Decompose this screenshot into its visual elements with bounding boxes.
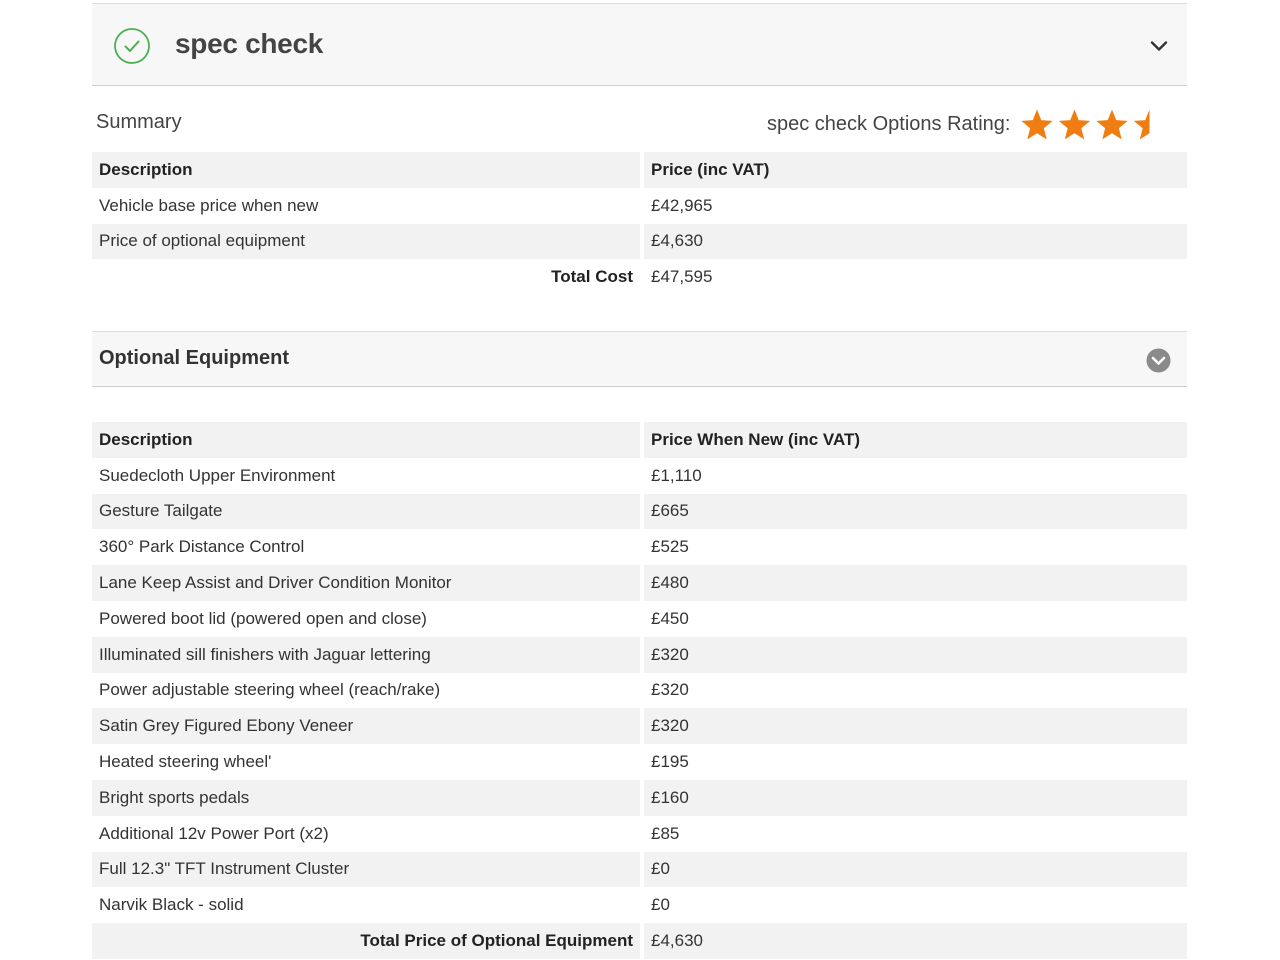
row-description: Power adjustable steering wheel (reach/r… xyxy=(99,680,441,700)
table-row: Powered boot lid (powered open and close… xyxy=(92,601,1187,637)
row-description: Illuminated sill finishers with Jaguar l… xyxy=(92,636,640,673)
rating-stars xyxy=(1021,109,1150,140)
table-row: Lane Keep Assist and Driver Condition Mo… xyxy=(92,565,1187,601)
row-description: Vehicle base price when new xyxy=(99,195,319,215)
total-label: Total Cost xyxy=(551,267,633,287)
row-description: 360° Park Distance Control xyxy=(99,537,305,557)
spec-check-header[interactable]: spec check xyxy=(92,3,1187,86)
table-row: Illuminated sill finishers with Jaguar l… xyxy=(92,636,1187,673)
total-row: Total Price of Optional Equipment £4,630 xyxy=(92,923,1187,959)
table-row: Narvik Black - solid £0 xyxy=(92,887,1187,923)
row-price: £320 xyxy=(644,636,1187,673)
row-price: £195 xyxy=(651,752,689,772)
optional-equipment-table: Description Price When New (inc VAT) Sue… xyxy=(88,422,1191,959)
column-header-price: Price (inc VAT) xyxy=(644,152,1187,188)
table-row: 360° Park Distance Control £525 xyxy=(92,529,1187,565)
row-price: £160 xyxy=(644,779,1187,816)
check-circle-icon xyxy=(114,28,150,64)
row-description: Full 12.3" TFT Instrument Cluster xyxy=(92,851,640,888)
row-price: £0 xyxy=(644,851,1187,888)
row-description: Lane Keep Assist and Driver Condition Mo… xyxy=(92,565,640,601)
row-price: £0 xyxy=(651,895,670,915)
chevron-down-circle-icon[interactable] xyxy=(1146,348,1171,373)
star-icon xyxy=(1058,109,1091,140)
row-price: £525 xyxy=(651,537,689,557)
table-row: Price of optional equipment £4,630 xyxy=(92,223,1187,260)
optional-equipment-header[interactable]: Optional Equipment xyxy=(92,331,1187,387)
column-header-description: Description xyxy=(92,152,640,188)
table-row: Bright sports pedals £160 xyxy=(92,779,1187,816)
table-row: Full 12.3" TFT Instrument Cluster £0 xyxy=(92,851,1187,888)
chevron-down-icon[interactable] xyxy=(1149,36,1169,56)
table-row: Additional 12v Power Port (x2) £85 xyxy=(92,816,1187,852)
row-price: £85 xyxy=(651,823,680,843)
table-header-row: Description Price (inc VAT) xyxy=(92,152,1187,188)
table-row: Vehicle base price when new £42,965 xyxy=(92,188,1187,224)
total-row: Total Cost £47,595 xyxy=(92,259,1187,295)
row-description: Price of optional equipment xyxy=(92,223,640,260)
rating-label: spec check Options Rating: xyxy=(767,113,1011,135)
row-description: Heated steering wheel' xyxy=(99,752,272,772)
row-price: £42,965 xyxy=(651,195,713,215)
summary-heading: Summary xyxy=(96,111,182,133)
total-value: £47,595 xyxy=(651,267,713,287)
row-description: Bright sports pedals xyxy=(92,779,640,816)
row-description: Satin Grey Figured Ebony Veneer xyxy=(92,708,640,745)
row-description: Suedecloth Upper Environment xyxy=(99,465,336,485)
table-row: Heated steering wheel' £195 xyxy=(92,744,1187,780)
page-title: spec check xyxy=(175,28,323,59)
row-price: £665 xyxy=(644,493,1187,530)
section-title: Optional Equipment xyxy=(99,347,289,369)
column-header-price: Price When New (inc VAT) xyxy=(644,422,1187,458)
star-icon xyxy=(1096,109,1128,140)
column-header-description: Description xyxy=(92,422,640,458)
table-row: Power adjustable steering wheel (reach/r… xyxy=(92,673,1187,709)
row-price: £450 xyxy=(651,608,689,628)
row-price: £4,630 xyxy=(644,223,1187,260)
star-icon xyxy=(1133,109,1150,140)
total-label: Total Price of Optional Equipment xyxy=(92,923,640,959)
row-description: Narvik Black - solid xyxy=(99,895,244,915)
row-price: £320 xyxy=(651,680,689,700)
table-header-row: Description Price When New (inc VAT) xyxy=(92,422,1187,458)
row-description: Gesture Tailgate xyxy=(92,493,640,530)
row-description: Additional 12v Power Port (x2) xyxy=(99,823,329,843)
table-row: Gesture Tailgate £665 xyxy=(92,493,1187,530)
row-price: £320 xyxy=(644,708,1187,745)
table-row: Suedecloth Upper Environment £1,110 xyxy=(92,458,1187,494)
star-icon xyxy=(1021,109,1053,140)
summary-table: Description Price (inc VAT) Vehicle base… xyxy=(88,152,1191,295)
total-value: £4,630 xyxy=(644,923,1187,959)
table-row: Satin Grey Figured Ebony Veneer £320 xyxy=(92,708,1187,745)
row-price: £480 xyxy=(644,565,1187,601)
row-price: £1,110 xyxy=(651,465,702,485)
row-description: Powered boot lid (powered open and close… xyxy=(99,608,427,628)
